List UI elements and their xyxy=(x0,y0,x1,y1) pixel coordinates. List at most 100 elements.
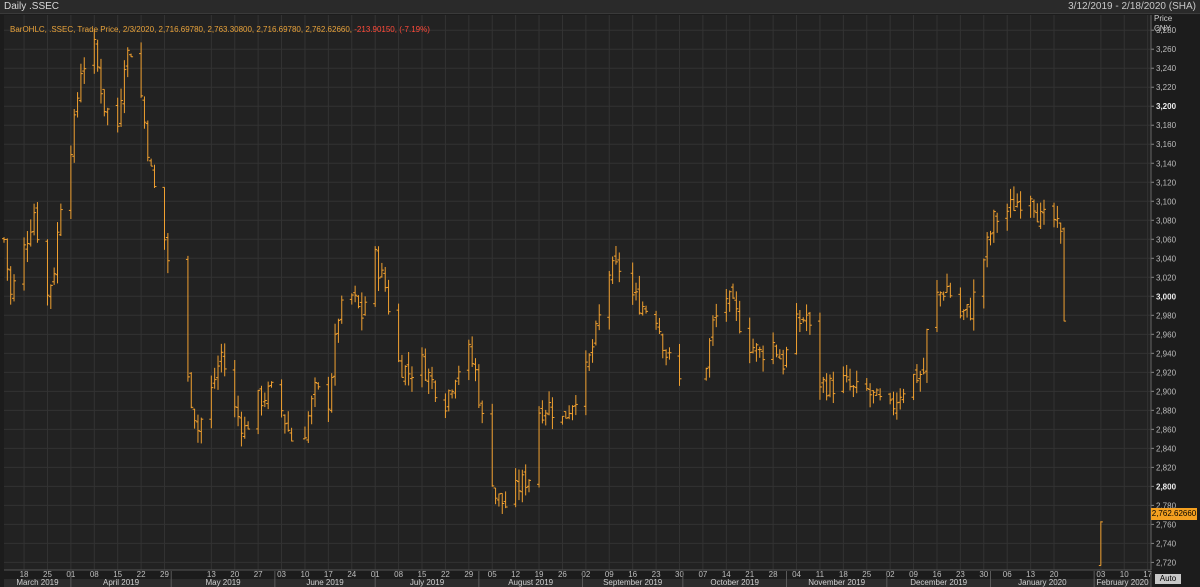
ohlc-bar xyxy=(279,379,284,418)
x-tick-label: 05 xyxy=(488,570,497,579)
ohlc-bar xyxy=(470,336,475,368)
ohlc-bar xyxy=(192,408,197,429)
ohlc-bar xyxy=(854,370,859,394)
ohlc-bar xyxy=(1058,222,1063,244)
y-tick-label: 3,100 xyxy=(1156,197,1177,206)
ohlc-bar xyxy=(613,245,618,265)
ohlc-bar xyxy=(496,493,501,507)
y-tick-label: 2,860 xyxy=(1156,425,1177,434)
legend-change: -213.90150, (-7.19%) xyxy=(354,25,430,34)
month-label: June 2019 xyxy=(306,578,344,587)
legend-series: BarOHLC, .SSEC, Trade Price, 2/3/2020, 2… xyxy=(10,25,353,34)
ohlc-bar xyxy=(105,107,110,126)
ohlc-bar xyxy=(359,292,364,331)
chart-window: Daily .SSEC 3/12/2019 - 2/18/2020 (SHA) … xyxy=(0,0,1200,587)
y-tick-label: 2,880 xyxy=(1156,406,1177,415)
ohlc-bar xyxy=(841,366,846,394)
x-axis: 18 25 01 08 15 22 29 13 20 27 03 10 17 24 01 08 15 22 29 05… xyxy=(4,569,1153,587)
ohlc-bar xyxy=(801,317,806,323)
ohlc-bar xyxy=(945,273,950,293)
ohlc-bar xyxy=(637,275,642,315)
y-tick-label: 3,020 xyxy=(1156,273,1177,282)
ohlc-bar xyxy=(316,382,321,390)
ohlc-bar xyxy=(868,383,873,408)
ohlc-bar xyxy=(139,42,144,98)
ohlc-bar xyxy=(456,365,461,386)
auto-scale-button[interactable]: Auto xyxy=(1155,574,1181,584)
x-tick-label: 08 xyxy=(394,570,403,579)
ohlc-bar xyxy=(356,295,361,309)
ohlc-bar xyxy=(493,487,498,505)
month-label: August 2019 xyxy=(508,578,553,587)
x-tick-label: 30 xyxy=(979,570,988,579)
month-label: September 2019 xyxy=(603,578,663,587)
ohlc-bar xyxy=(593,320,598,346)
y-tick-label: 3,060 xyxy=(1156,235,1177,244)
ohlc-bar xyxy=(573,395,578,416)
ohlc-bar xyxy=(710,315,715,346)
x-tick-label: 26 xyxy=(558,570,567,579)
ohlc-bar xyxy=(1062,227,1067,322)
ohlc-bar xyxy=(831,371,836,404)
y-tick-label: 2,740 xyxy=(1156,539,1177,548)
ohlc-bar xyxy=(98,58,103,104)
ohlc-bar xyxy=(386,279,391,315)
ohlc-bar xyxy=(894,392,899,420)
ohlc-bar xyxy=(282,414,287,434)
month-label: January 2020 xyxy=(1018,578,1067,587)
ohlc-bar xyxy=(1052,202,1057,228)
ohlc-bar xyxy=(75,92,80,118)
x-tick-label: 04 xyxy=(792,570,801,579)
x-tick-label: 07 xyxy=(698,570,707,579)
ohlc-bar xyxy=(991,209,996,243)
ohlc-bar xyxy=(219,343,224,373)
ohlc-bar xyxy=(222,343,227,377)
ohlc-bar xyxy=(115,97,120,133)
ohlc-bar xyxy=(804,304,809,332)
ohlc-bar xyxy=(914,364,919,384)
ohlc-bar xyxy=(339,295,344,324)
ohlc-bar xyxy=(794,303,799,355)
x-tick-label: 06 xyxy=(1003,570,1012,579)
ohlc-bar xyxy=(971,279,976,331)
ohlc-bar xyxy=(1015,193,1020,208)
ohlc-bar xyxy=(353,285,358,303)
ohlc-bar xyxy=(660,333,665,359)
ohlc-bar xyxy=(540,400,545,424)
ohlc-bar xyxy=(527,479,532,493)
ohlc-bar xyxy=(95,39,100,72)
y-tick-label: 2,820 xyxy=(1156,463,1177,472)
ohlc-bar xyxy=(583,350,588,416)
y-tick-label: 3,200 xyxy=(1156,102,1177,111)
ohlc-bar xyxy=(376,246,381,292)
ohlc-bar xyxy=(754,343,759,362)
y-tick-label: 2,960 xyxy=(1156,330,1177,339)
ohlc-bar xyxy=(827,374,832,398)
month-band xyxy=(4,579,1151,587)
y-tick-label: 3,260 xyxy=(1156,45,1177,54)
ohlc-bar xyxy=(543,409,548,426)
ohlc-bar xyxy=(911,373,916,401)
ohlc-bar xyxy=(995,212,1000,233)
y-axis-unit: CNY xyxy=(1154,24,1171,33)
ohlc-bar xyxy=(630,262,635,305)
ohlc-bar xyxy=(5,238,10,281)
y-tick-label: 3,220 xyxy=(1156,83,1177,92)
ohlc-bar xyxy=(125,47,130,78)
ohlc-bar xyxy=(547,391,552,416)
ohlc-bar xyxy=(777,349,782,360)
y-axis-header: Price CNY xyxy=(1154,14,1172,34)
y-tick-label: 3,240 xyxy=(1156,64,1177,73)
ohlc-bar xyxy=(968,297,973,321)
ohlc-bar xyxy=(757,346,762,358)
ohlc-bar xyxy=(774,344,779,358)
ohlc-bar xyxy=(430,366,435,390)
ohlc-bar xyxy=(985,232,990,268)
ohlc-bar xyxy=(446,389,451,412)
ohlc-bar xyxy=(657,317,662,334)
ohlc-bar xyxy=(1031,199,1036,218)
ohlc-bar xyxy=(664,349,669,366)
ohlc-bar xyxy=(162,186,167,250)
ohlc-bar xyxy=(550,397,555,430)
ohlc-bar xyxy=(28,219,33,247)
